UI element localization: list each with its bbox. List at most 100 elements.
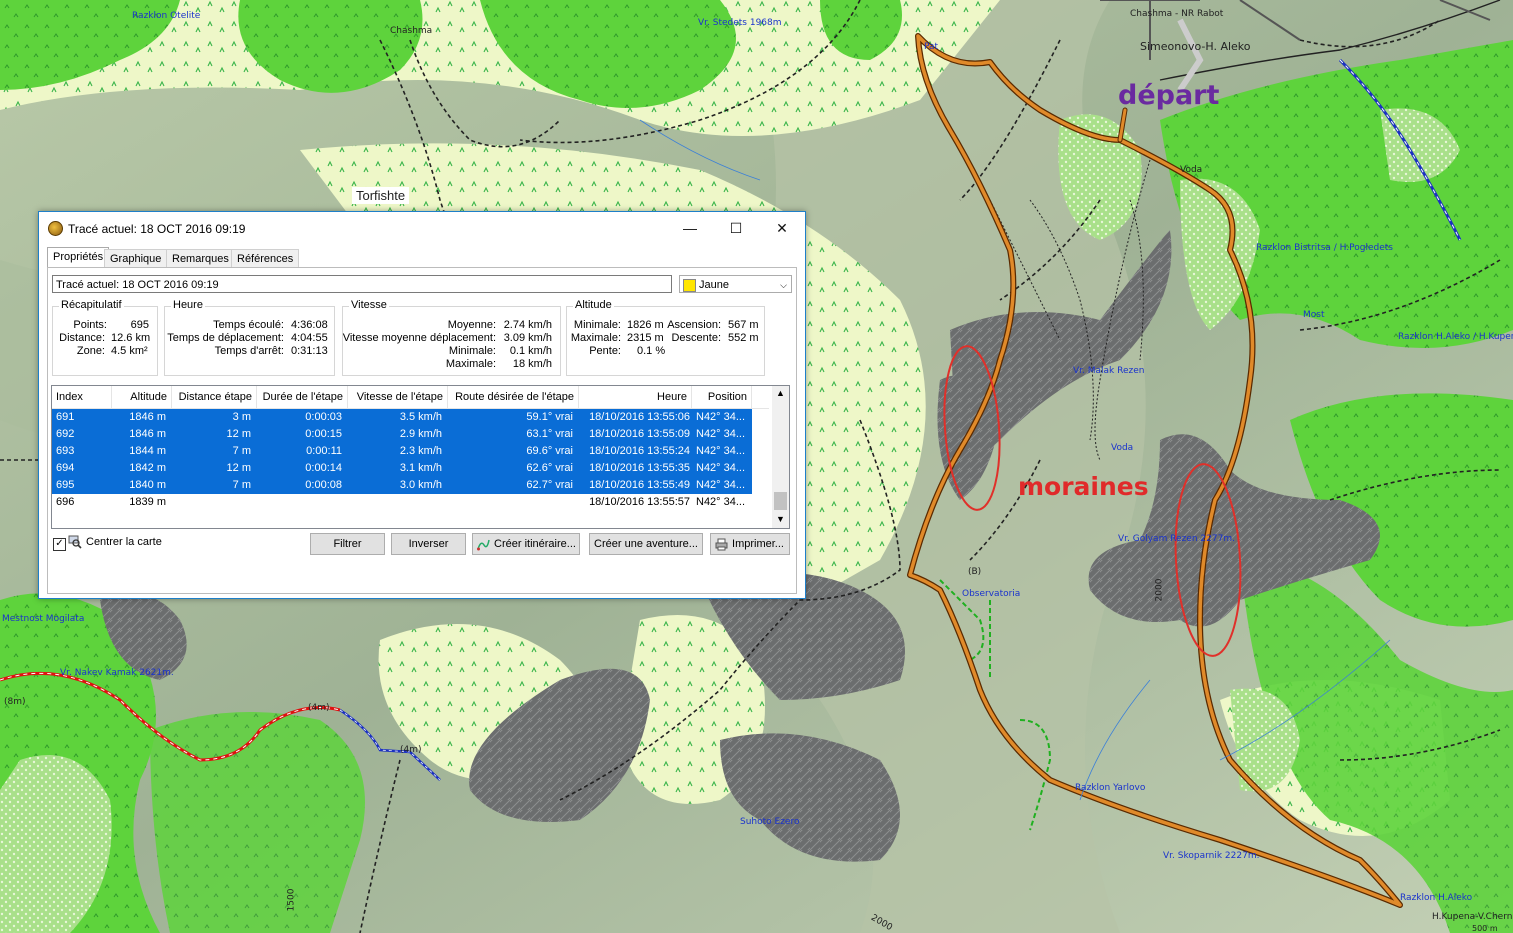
- printer-icon: [715, 538, 728, 558]
- distance-label: Distance:: [59, 332, 105, 344]
- table-cell: 0:00:11: [306, 445, 342, 457]
- track-name-field[interactable]: Tracé actuel: 18 OCT 2016 09:19: [52, 275, 672, 293]
- map-label-voda-top: Voda: [1180, 165, 1203, 175]
- print-button[interactable]: Imprimer...: [710, 533, 790, 555]
- map-label-razklon-aleko: Razklon H.Aleko: [1400, 893, 1473, 903]
- scroll-up-icon[interactable]: ▲: [776, 388, 785, 398]
- table-cell: 2.3 km/h: [399, 445, 442, 457]
- table-cell: 1840 m: [129, 479, 166, 491]
- center-map-label[interactable]: Centrer la carte: [86, 536, 162, 548]
- map-label-chashma: Chashma: [390, 26, 433, 36]
- center-map-checkbox[interactable]: ✓: [53, 538, 66, 551]
- column-header[interactable]: Altitude: [112, 386, 172, 408]
- map-label-trail-4m: (4m): [308, 703, 330, 713]
- map-label-razklon-bistritsa: Razklon Bistritsa / H.Pogledets: [1256, 243, 1393, 253]
- descent-label: Descente:: [671, 332, 721, 344]
- zone-label: Zone:: [76, 345, 105, 357]
- route-icon: [477, 538, 490, 558]
- table-cell: N42° 34...: [696, 479, 746, 491]
- create-route-button[interactable]: Créer itinéraire...: [472, 533, 580, 555]
- map-label-razklon-yarlovo: Razklon Yarlovo: [1075, 783, 1146, 793]
- map-label-razklon-otelite: Razklon Otelite: [132, 11, 201, 21]
- altitude-title: Altitude: [573, 299, 614, 311]
- annotation-moraines: moraines: [1018, 472, 1149, 501]
- table-row[interactable]: 696 1839 m 18/10/2016 13:55:57 N42° 34...: [52, 494, 752, 511]
- time-title: Heure: [171, 299, 205, 311]
- elapsed-value: 4:36:08: [291, 319, 328, 331]
- summary-title: Récapitulatif: [59, 299, 124, 311]
- column-header[interactable]: Position: [692, 386, 752, 408]
- table-cell: 696: [56, 496, 75, 508]
- table-cell: 1844 m: [129, 445, 166, 457]
- tab-references[interactable]: Références: [231, 249, 300, 268]
- table-cell: 692: [56, 428, 75, 440]
- map-label-elev-500: 500 m: [1472, 924, 1498, 933]
- table-cell: 0:00:15: [305, 428, 342, 440]
- table-cell: 695: [56, 479, 75, 491]
- table-cell: 12 m: [226, 462, 251, 474]
- close-button[interactable]: ✕: [759, 212, 805, 244]
- column-header[interactable]: Durée de l'étape: [257, 386, 348, 408]
- slope-value: 0.1 %: [637, 345, 666, 357]
- chevron-down-icon: ⌵: [780, 280, 787, 290]
- vertical-scrollbar[interactable]: ▲ ▼: [772, 386, 789, 528]
- map-label-simeonovo: Simeonovo-H. Aleko: [1140, 40, 1251, 53]
- table-cell: 18/10/2016 13:55:35: [589, 462, 690, 474]
- track-properties-window: Tracé actuel: 18 OCT 2016 09:19 — ☐ ✕ Pr…: [38, 211, 806, 599]
- title-bar[interactable]: Tracé actuel: 18 OCT 2016 09:19 — ☐ ✕: [39, 212, 805, 244]
- trackpoint-table[interactable]: Index Altitude Distance étape Durée de l'ét…: [51, 385, 790, 529]
- table-cell: 3 m: [232, 411, 251, 423]
- ascent-value: 567 m: [728, 319, 759, 331]
- map-label-most: Most: [1303, 310, 1325, 320]
- moving-time-label: Temps de déplacement:: [167, 332, 284, 344]
- speed-title: Vitesse: [349, 299, 389, 311]
- window-title: Tracé actuel: 18 OCT 2016 09:19: [68, 222, 246, 236]
- map-label-kupena-cherni: H.Kupena-V.Cherni: [1432, 912, 1513, 922]
- magnifier-icon: [68, 535, 82, 549]
- properties-panel: Tracé actuel: 18 OCT 2016 09:19 Jaune ⌵ …: [47, 267, 797, 594]
- map-label-suhoto-ezero: Suhoto Ezero: [740, 817, 800, 827]
- maximize-button[interactable]: ☐: [713, 212, 759, 244]
- scroll-down-icon[interactable]: ▼: [776, 514, 785, 524]
- table-row[interactable]: 695 1840 m 7 m 0:00:08 3.0 km/h 62.7° vrai 18/…: [52, 477, 752, 494]
- app-icon: [48, 221, 63, 236]
- map-label-trail-b: (B): [968, 567, 982, 577]
- column-header[interactable]: Heure: [579, 386, 692, 408]
- table-cell: [261, 494, 342, 511]
- column-header[interactable]: Vitesse de l'étape: [348, 386, 448, 408]
- max-alt-value: 2315 m: [627, 332, 664, 344]
- annotation-depart: départ: [1118, 80, 1220, 111]
- map-label-elev-1500: 1500: [286, 888, 297, 912]
- min-speed-label: Minimale:: [448, 345, 496, 357]
- table-cell: 3.5 km/h: [399, 411, 442, 423]
- table-cell: 69.6° vrai: [526, 445, 573, 457]
- tab-graphique[interactable]: Graphique: [104, 249, 168, 268]
- scroll-thumb[interactable]: [774, 492, 787, 510]
- tab-proprietes[interactable]: Propriétés: [47, 247, 110, 269]
- tab-remarques[interactable]: Remarques: [166, 249, 235, 268]
- max-speed-value: 18 km/h: [512, 358, 552, 370]
- create-route-label: Créer itinéraire...: [494, 538, 576, 550]
- table-cell: 3.1 km/h: [399, 462, 442, 474]
- table-row[interactable]: 692 1846 m 12 m 0:00:15 2.9 km/h 63.1° vrai 18…: [52, 426, 752, 443]
- table-cell: 1842 m: [129, 462, 166, 474]
- map-label-razklon-aleko-kupena: Razklon H.Aleko / H.Kupena: [1398, 332, 1513, 342]
- table-row[interactable]: 694 1842 m 12 m 0:00:14 3.1 km/h 62.6° vrai 18…: [52, 460, 752, 477]
- table-cell: 59.1° vrai: [526, 411, 573, 423]
- column-header[interactable]: Distance étape: [172, 386, 257, 408]
- points-value: 695: [130, 319, 149, 331]
- table-cell: 12 m: [226, 428, 251, 440]
- filter-button[interactable]: Filtrer: [310, 533, 385, 555]
- minimize-button[interactable]: —: [667, 212, 713, 244]
- color-select[interactable]: Jaune ⌵: [679, 275, 792, 293]
- table-cell: 693: [56, 445, 75, 457]
- create-adventure-button[interactable]: Créer une aventure...: [589, 533, 703, 555]
- ascent-label: Ascension:: [667, 319, 721, 331]
- table-row[interactable]: 693 1844 m 7 m 0:00:11 2.3 km/h 69.6° vrai 18/…: [52, 443, 752, 460]
- invert-button[interactable]: Inverser: [391, 533, 466, 555]
- map-label-chashma-nr: Chashma - NR Rabot: [1130, 9, 1224, 19]
- table-row[interactable]: 691 1846 m 3 m 0:00:03 3.5 km/h 59.1° vrai 18/…: [52, 409, 752, 426]
- map-label-elev-2000-a: 2000: [1154, 578, 1165, 602]
- column-header[interactable]: Route désirée de l'étape: [448, 386, 579, 408]
- column-header[interactable]: Index: [52, 386, 112, 408]
